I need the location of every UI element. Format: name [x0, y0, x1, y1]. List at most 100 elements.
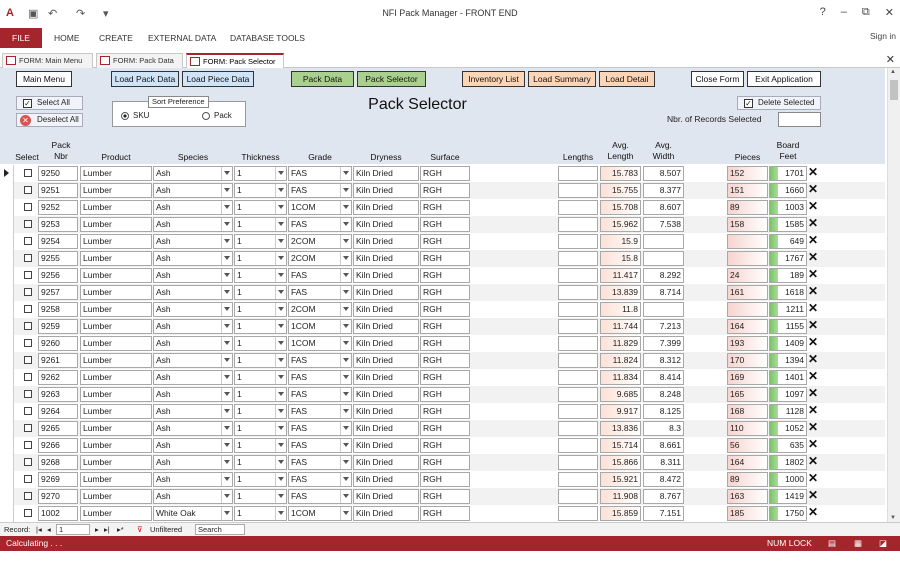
avg-length-cell[interactable]: 9.685	[600, 387, 641, 402]
species-dropdown[interactable]: White Oak	[153, 506, 233, 521]
species-dropdown[interactable]: Ash	[153, 217, 233, 232]
avg-length-cell[interactable]: 11.744	[600, 319, 641, 334]
board-feet-cell[interactable]: 189	[769, 268, 807, 283]
table-row[interactable]: 9268 Lumber Ash 1 FAS Kiln Dried RGH 15.866 8.31…	[0, 454, 885, 471]
grade-dropdown[interactable]: FAS	[288, 353, 352, 368]
pack-nbr-cell[interactable]: 9264	[38, 404, 78, 419]
tab-pack-data[interactable]: FORM: Pack Data	[96, 53, 183, 68]
lengths-cell[interactable]	[558, 336, 598, 351]
table-row[interactable]: 9252 Lumber Ash 1 1COM Kiln Dried RGH 15.708 8.6…	[0, 199, 885, 216]
surface-cell[interactable]: RGH	[420, 251, 470, 266]
avg-width-cell[interactable]: 8.377	[643, 183, 684, 198]
lengths-cell[interactable]	[558, 421, 598, 436]
lengths-cell[interactable]	[558, 438, 598, 453]
load-piece-data-button[interactable]: Load Piece Data	[182, 71, 254, 87]
avg-width-cell[interactable]: 8.767	[643, 489, 684, 504]
lengths-cell[interactable]	[558, 472, 598, 487]
product-cell[interactable]: Lumber	[80, 234, 152, 249]
avg-width-cell[interactable]: 8.311	[643, 455, 684, 470]
pack-nbr-cell[interactable]: 1002	[38, 506, 78, 521]
avg-width-cell[interactable]: 8.248	[643, 387, 684, 402]
thickness-dropdown[interactable]: 1	[234, 404, 287, 419]
chevron-down-icon[interactable]	[224, 171, 230, 175]
dryness-cell[interactable]: Kiln Dried	[353, 285, 419, 300]
chevron-down-icon[interactable]	[278, 477, 284, 481]
thickness-dropdown[interactable]: 1	[234, 200, 287, 215]
lengths-cell[interactable]	[558, 234, 598, 249]
select-checkbox[interactable]	[24, 492, 32, 500]
chevron-down-icon[interactable]	[224, 494, 230, 498]
thickness-dropdown[interactable]: 1	[234, 506, 287, 521]
avg-width-cell[interactable]	[643, 251, 684, 266]
pieces-cell[interactable]: 89	[727, 200, 768, 215]
surface-cell[interactable]: RGH	[420, 438, 470, 453]
dryness-cell[interactable]: Kiln Dried	[353, 336, 419, 351]
pieces-cell[interactable]: 89	[727, 472, 768, 487]
chevron-down-icon[interactable]	[278, 443, 284, 447]
dryness-cell[interactable]: Kiln Dried	[353, 166, 419, 181]
chevron-down-icon[interactable]	[343, 324, 349, 328]
grade-dropdown[interactable]: FAS	[288, 217, 352, 232]
tab-pack-selector[interactable]: FORM: Pack Selector	[186, 53, 284, 68]
record-selector[interactable]	[0, 505, 14, 522]
dryness-cell[interactable]: Kiln Dried	[353, 302, 419, 317]
dryness-cell[interactable]: Kiln Dried	[353, 319, 419, 334]
record-selector[interactable]	[0, 233, 14, 250]
thickness-dropdown[interactable]: 1	[234, 387, 287, 402]
delete-selected-button[interactable]: ✓ Delete Selected	[737, 96, 821, 110]
board-feet-cell[interactable]: 1618	[769, 285, 807, 300]
species-dropdown[interactable]: Ash	[153, 370, 233, 385]
new-record-icon[interactable]: ▸*	[117, 523, 124, 536]
scroll-up-icon[interactable]: ▲	[890, 69, 896, 75]
dryness-cell[interactable]: Kiln Dried	[353, 421, 419, 436]
avg-length-cell[interactable]: 15.8	[600, 251, 641, 266]
pack-nbr-cell[interactable]: 9259	[38, 319, 78, 334]
thickness-dropdown[interactable]: 1	[234, 319, 287, 334]
pieces-cell[interactable]: 193	[727, 336, 768, 351]
pieces-cell[interactable]: 161	[727, 285, 768, 300]
chevron-down-icon[interactable]	[224, 341, 230, 345]
surface-cell[interactable]: RGH	[420, 387, 470, 402]
chevron-down-icon[interactable]	[224, 443, 230, 447]
chevron-down-icon[interactable]	[224, 358, 230, 362]
chevron-down-icon[interactable]	[224, 426, 230, 430]
ribbon-tab-database-tools[interactable]: DATABASE TOOLS	[230, 33, 305, 43]
board-feet-cell[interactable]: 1767	[769, 251, 807, 266]
chevron-down-icon[interactable]	[278, 392, 284, 396]
avg-width-cell[interactable]: 8.507	[643, 166, 684, 181]
pack-nbr-cell[interactable]: 9254	[38, 234, 78, 249]
form-view-icon[interactable]: ▤	[828, 536, 836, 551]
pieces-cell[interactable]: 56	[727, 438, 768, 453]
avg-length-cell[interactable]: 11.824	[600, 353, 641, 368]
avg-length-cell[interactable]: 15.866	[600, 455, 641, 470]
surface-cell[interactable]: RGH	[420, 234, 470, 249]
select-checkbox[interactable]	[24, 475, 32, 483]
scroll-down-icon[interactable]: ▼	[890, 515, 896, 521]
avg-length-cell[interactable]: 15.859	[600, 506, 641, 521]
select-checkbox[interactable]	[24, 305, 32, 313]
board-feet-cell[interactable]: 1394	[769, 353, 807, 368]
chevron-down-icon[interactable]	[278, 460, 284, 464]
lengths-cell[interactable]	[558, 183, 598, 198]
thickness-dropdown[interactable]: 1	[234, 336, 287, 351]
pack-nbr-cell[interactable]: 9255	[38, 251, 78, 266]
dryness-cell[interactable]: Kiln Dried	[353, 489, 419, 504]
chevron-down-icon[interactable]	[343, 460, 349, 464]
chevron-down-icon[interactable]	[224, 290, 230, 294]
select-checkbox[interactable]	[24, 424, 32, 432]
species-dropdown[interactable]: Ash	[153, 302, 233, 317]
chevron-down-icon[interactable]	[343, 188, 349, 192]
dryness-cell[interactable]: Kiln Dried	[353, 268, 419, 283]
avg-width-cell[interactable]: 8.312	[643, 353, 684, 368]
lengths-cell[interactable]	[558, 200, 598, 215]
pieces-cell[interactable]: 163	[727, 489, 768, 504]
thickness-dropdown[interactable]: 1	[234, 234, 287, 249]
product-cell[interactable]: Lumber	[80, 489, 152, 504]
record-selector[interactable]	[0, 352, 14, 369]
pack-nbr-cell[interactable]: 9251	[38, 183, 78, 198]
delete-row-icon[interactable]: ✕	[808, 420, 818, 434]
chevron-down-icon[interactable]	[278, 324, 284, 328]
product-cell[interactable]: Lumber	[80, 506, 152, 521]
thickness-dropdown[interactable]: 1	[234, 251, 287, 266]
avg-length-cell[interactable]: 15.708	[600, 200, 641, 215]
